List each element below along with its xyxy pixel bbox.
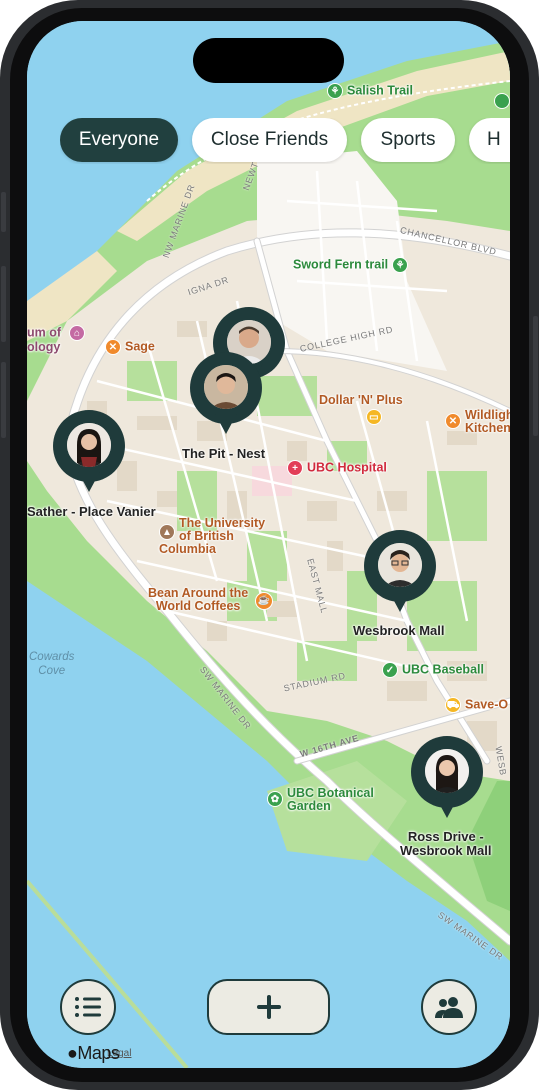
dynamic-island xyxy=(193,38,344,83)
woman-graduation-avatar xyxy=(67,423,111,467)
ubc-botanical-garden-label[interactable]: ✿ UBC Botanical Garden xyxy=(267,787,374,813)
pin-label: Wesbrook Mall xyxy=(353,623,445,638)
trail-icon[interactable] xyxy=(494,93,510,109)
volume-up-button xyxy=(1,266,6,342)
add-button[interactable] xyxy=(207,979,330,1035)
ubc-hospital-label[interactable]: + UBC Hospital xyxy=(287,460,387,476)
coffee-icon[interactable]: ☕ xyxy=(255,592,273,610)
man-glasses-avatar xyxy=(378,543,422,587)
volume-down-button xyxy=(1,362,6,438)
plus-icon xyxy=(256,995,281,1019)
baseball-icon: ✓ xyxy=(382,662,398,678)
sword-fern-trail-label[interactable]: Sword Fern trail ⚘ xyxy=(293,257,412,273)
sage-label[interactable]: ✕ Sage xyxy=(105,339,155,355)
shopping-icon: ▭ xyxy=(365,409,382,425)
apple-maps-attribution: ●Maps xyxy=(67,1043,120,1063)
list-button[interactable] xyxy=(60,979,116,1035)
hospital-icon: + xyxy=(287,460,303,476)
man-dark-hair-avatar xyxy=(204,365,248,409)
friend-pin[interactable] xyxy=(364,530,436,620)
chip-sports[interactable]: Sports xyxy=(361,118,455,162)
pin-label: The Pit - Nest xyxy=(182,446,266,461)
woman-long-hair-avatar xyxy=(425,749,469,793)
friend-pin[interactable] xyxy=(53,410,125,500)
trail-icon: ⚘ xyxy=(327,83,343,99)
save-on-foods-label[interactable]: ⛟ Save-O xyxy=(445,697,508,713)
restaurant-icon: ✕ xyxy=(445,413,461,429)
map-canvas[interactable] xyxy=(27,21,510,1068)
power-button xyxy=(533,316,538,436)
museum-icon: ⌂ xyxy=(69,325,86,341)
map-screen[interactable]: ⚘ Salish Trail Sword Fern trail ⚘ um of ⌂ ol… xyxy=(27,21,510,1068)
ubc-baseball-label[interactable]: ✓ UBC Baseball xyxy=(382,662,484,678)
salish-trail-label[interactable]: ⚘ Salish Trail xyxy=(327,83,413,99)
friend-pin[interactable] xyxy=(190,352,262,442)
chip-close-friends[interactable]: Close Friends xyxy=(192,118,347,162)
trail-icon: ⚘ xyxy=(392,257,409,273)
apple-icon: ● xyxy=(67,1043,78,1063)
list-icon xyxy=(75,997,101,1017)
dollar-n-plus-label[interactable]: Dollar 'N' Plus ▭ xyxy=(319,393,403,425)
friend-pin[interactable] xyxy=(411,736,483,826)
chip-everyone[interactable]: Everyone xyxy=(60,118,178,162)
pin-label: Sather - Place Vanier xyxy=(27,504,156,519)
pin-label: Ross Drive - Wesbrook Mall xyxy=(400,829,492,858)
restaurant-icon: ✕ xyxy=(105,339,121,355)
cowards-cove-label: Cowards Cove xyxy=(29,651,75,677)
chip-partial[interactable]: H xyxy=(469,118,510,162)
ubc-label[interactable]: ▲ The University of British Columbia xyxy=(159,517,265,556)
garden-icon: ✿ xyxy=(267,791,283,807)
museum-label[interactable]: um of ⌂ ology xyxy=(27,325,89,354)
graduation-cap-icon: ▲ xyxy=(159,524,175,540)
silent-switch xyxy=(1,192,6,232)
people-icon xyxy=(435,997,463,1018)
wildlight-kitchen-label[interactable]: ✕ Wildligh Kitchen xyxy=(445,409,510,435)
cart-icon: ⛟ xyxy=(445,697,461,713)
bean-around-the-world-label[interactable]: Bean Around the World Coffees xyxy=(148,587,248,613)
filter-chip-bar[interactable]: Everyone Close Friends Sports H xyxy=(60,118,510,164)
friends-button[interactable] xyxy=(421,979,477,1035)
